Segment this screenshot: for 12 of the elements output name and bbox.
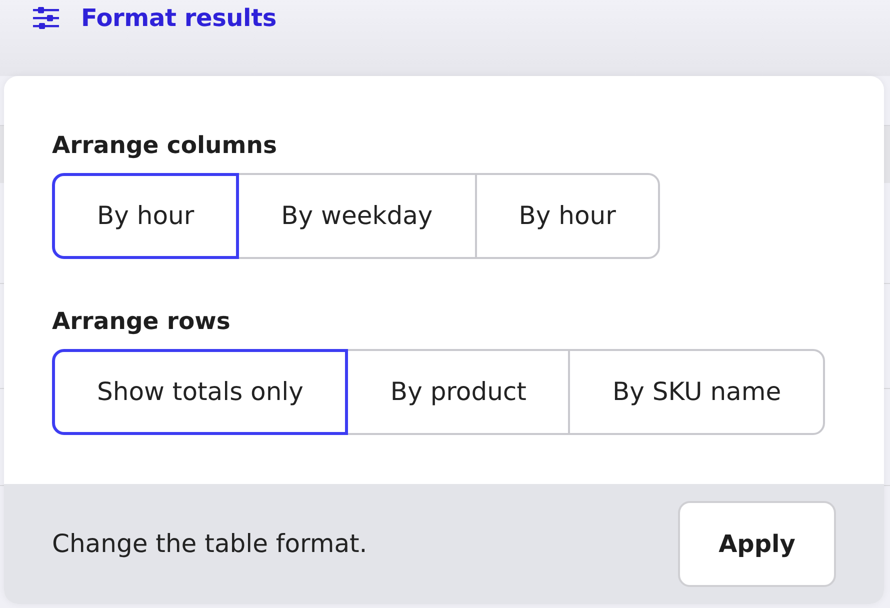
sliders-icon bbox=[33, 7, 59, 29]
footer-hint: Change the table format. bbox=[52, 528, 368, 560]
format-results-link[interactable]: Format results bbox=[81, 3, 276, 33]
section-heading: Arrange columns bbox=[52, 131, 278, 159]
option-button[interactable]: By hour bbox=[474, 173, 660, 259]
option-button[interactable]: By SKU name bbox=[568, 349, 826, 435]
option-button[interactable]: By weekday bbox=[237, 173, 477, 259]
option-button[interactable]: Show totals only bbox=[52, 349, 348, 435]
option-button[interactable]: By product bbox=[346, 349, 570, 435]
apply-button[interactable]: Apply bbox=[678, 501, 836, 587]
option-button[interactable]: By hour bbox=[52, 173, 240, 259]
section-heading: Arrange rows bbox=[52, 307, 232, 335]
